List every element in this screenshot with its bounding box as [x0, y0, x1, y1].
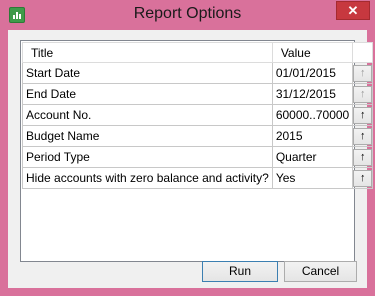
- row-button-cell: ↑: [352, 83, 374, 105]
- lookup-arrow-button[interactable]: ↑: [353, 65, 372, 82]
- cancel-button[interactable]: Cancel: [284, 261, 357, 282]
- table-row: End Date 31/12/2015 ↑: [22, 83, 374, 105]
- table-row: Account No. 60000..70000 ↑: [22, 104, 374, 126]
- row-button-cell: ↑: [352, 167, 374, 189]
- dialog-body: Title Value Start Date 01/01/2015 ↑ End …: [8, 30, 374, 288]
- table-row: Budget Name 2015 ↑: [22, 125, 374, 147]
- options-grid: Title Value Start Date 01/01/2015 ↑ End …: [20, 40, 374, 262]
- column-header-title[interactable]: Title: [22, 42, 273, 63]
- lookup-arrow-button[interactable]: ↑: [353, 128, 372, 145]
- row-value-hide-accounts[interactable]: Yes: [271, 167, 354, 189]
- run-button[interactable]: Run: [202, 261, 278, 282]
- options-table: Title Value Start Date 01/01/2015 ↑ End …: [22, 42, 374, 189]
- table-row: Period Type Quarter ↑: [22, 146, 374, 168]
- row-title-hide-accounts: Hide accounts with zero balance and acti…: [22, 167, 273, 189]
- row-title-budget-name: Budget Name: [22, 125, 273, 147]
- title-bar[interactable]: Report Options ✕: [0, 0, 375, 30]
- report-options-window: Report Options ✕ Title Value Start Date …: [0, 0, 375, 296]
- lookup-arrow-button[interactable]: ↑: [353, 107, 372, 124]
- row-value-account-no[interactable]: 60000..70000: [271, 104, 354, 126]
- column-header-button: [352, 42, 374, 63]
- row-title-period-type: Period Type: [22, 146, 273, 168]
- row-value-period-type[interactable]: Quarter: [271, 146, 354, 168]
- row-title-end-date: End Date: [22, 83, 273, 105]
- row-button-cell: ↑: [352, 146, 374, 168]
- row-button-cell: ↑: [352, 104, 374, 126]
- row-title-account-no: Account No.: [22, 104, 273, 126]
- lookup-arrow-button[interactable]: ↑: [353, 149, 372, 166]
- window-title: Report Options: [133, 5, 242, 22]
- row-value-end-date[interactable]: 31/12/2015: [271, 83, 354, 105]
- row-value-start-date[interactable]: 01/01/2015: [271, 62, 354, 84]
- close-button[interactable]: ✕: [336, 1, 370, 20]
- row-button-cell: ↑: [352, 125, 374, 147]
- lookup-arrow-button[interactable]: ↑: [353, 86, 372, 103]
- table-row: Hide accounts with zero balance and acti…: [22, 167, 374, 189]
- header-row: Title Value: [22, 42, 374, 63]
- row-value-budget-name[interactable]: 2015: [271, 125, 354, 147]
- column-header-value[interactable]: Value: [271, 42, 354, 63]
- table-row: Start Date 01/01/2015 ↑: [22, 62, 374, 84]
- row-button-cell: ↑: [352, 62, 374, 84]
- row-title-start-date: Start Date: [22, 62, 273, 84]
- lookup-arrow-button[interactable]: ↑: [353, 170, 372, 187]
